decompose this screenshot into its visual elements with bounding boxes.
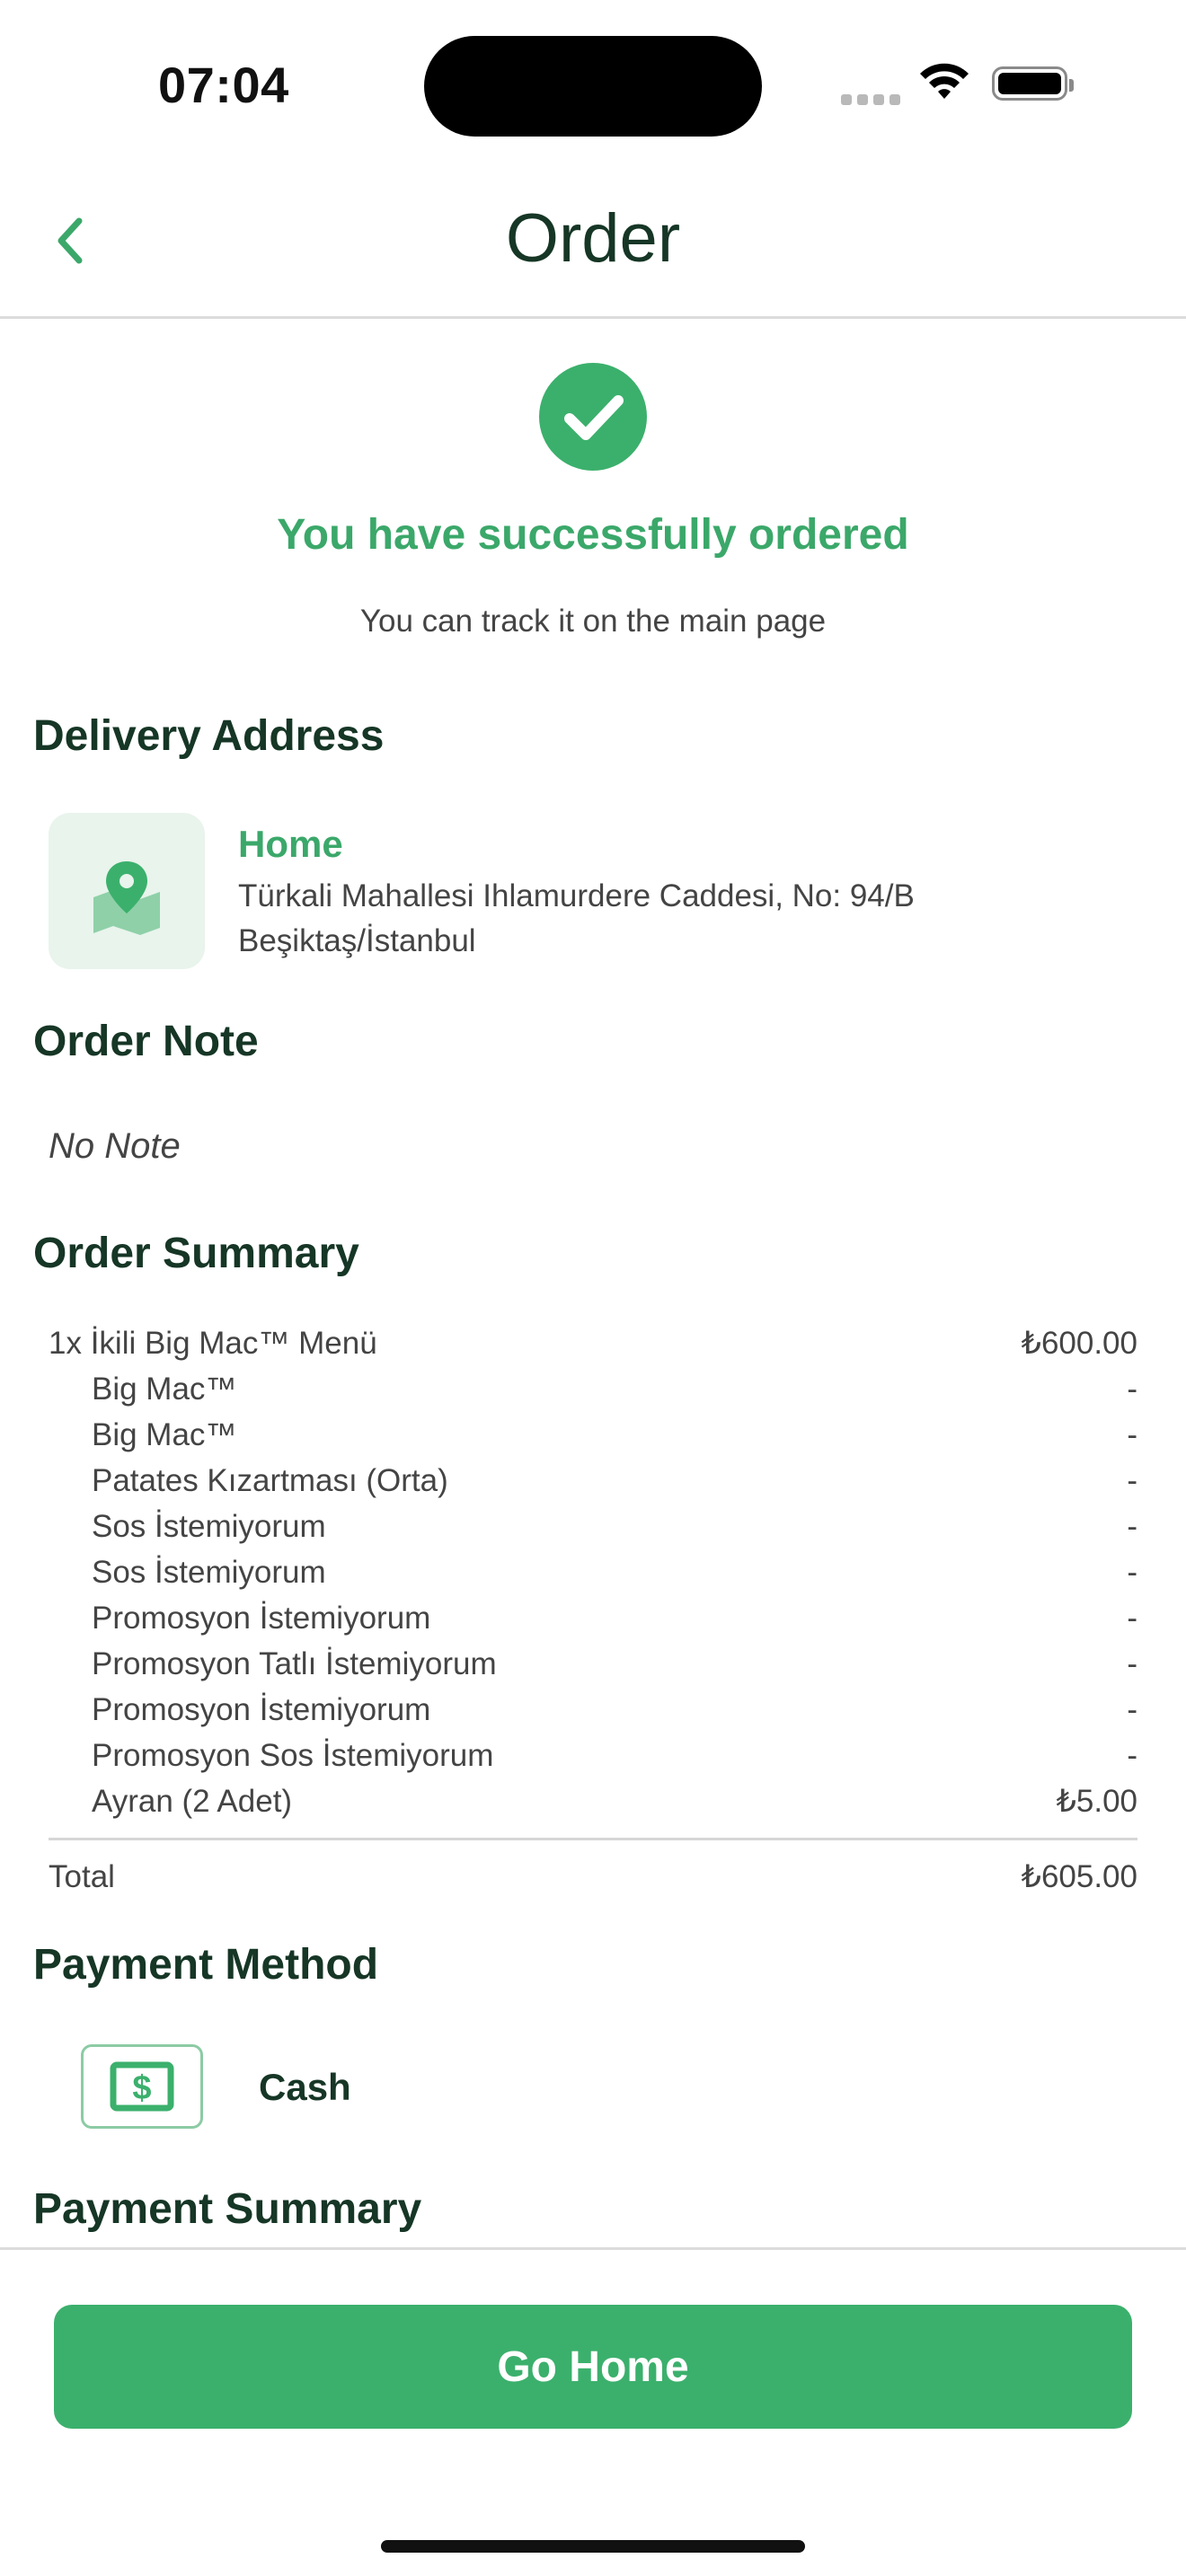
item-price: - (1127, 1646, 1137, 1681)
item-price: - (1127, 1417, 1137, 1452)
summary-divider (49, 1838, 1137, 1840)
item-price: ₺600.00 (1021, 1326, 1137, 1361)
total-value: ₺605.00 (1021, 1859, 1137, 1894)
item-name: Promosyon İstemiyorum (92, 1692, 431, 1727)
summary-row: Big Mac™ - (49, 1417, 1137, 1462)
dynamic-island (424, 36, 762, 137)
delivery-address-heading: Delivery Address (33, 712, 385, 760)
page-title: Order (505, 200, 681, 277)
success-title: You have successfully ordered (277, 511, 909, 559)
item-name: Promosyon İstemiyorum (92, 1601, 431, 1636)
item-price: - (1127, 1555, 1137, 1590)
item-name: Big Mac™ (92, 1417, 237, 1452)
summary-row: Promosyon Tatlı İstemiyorum - (49, 1646, 1137, 1691)
summary-row: Patates Kızartması (Orta) - (49, 1463, 1137, 1508)
item-price: - (1127, 1463, 1137, 1498)
summary-row: Big Mac™ - (49, 1372, 1137, 1416)
item-name: Sos İstemiyorum (92, 1555, 326, 1590)
summary-row: 1x İkili Big Mac™ Menü ₺600.00 (49, 1326, 1137, 1371)
item-price: - (1127, 1509, 1137, 1544)
status-time: 07:04 (158, 57, 289, 113)
summary-total-row: Total ₺605.00 (49, 1859, 1137, 1904)
address-line-1: Türkali Mahallesi Ihlamurdere Caddesi, N… (238, 878, 915, 913)
summary-row: Sos İstemiyorum - (49, 1555, 1137, 1600)
battery-icon (992, 66, 1074, 101)
item-name: Promosyon Tatlı İstemiyorum (92, 1646, 497, 1681)
go-home-button[interactable]: Go Home (54, 2305, 1132, 2429)
address-name: Home (238, 823, 343, 865)
item-price: - (1127, 1601, 1137, 1636)
summary-row: Ayran (2 Adet) ₺5.00 (49, 1784, 1137, 1829)
payment-summary-heading: Payment Summary (33, 2185, 422, 2233)
wifi-icon (916, 63, 972, 107)
map-pin-icon (49, 813, 205, 969)
payment-method-label: Cash (259, 2066, 351, 2108)
address-line-2: Beşiktaş/İstanbul (238, 923, 476, 958)
success-subtitle: You can track it on the main page (359, 604, 827, 639)
payment-method-heading: Payment Method (33, 1941, 379, 1989)
summary-row: Promosyon Sos İstemiyorum - (49, 1738, 1137, 1783)
header-divider (0, 316, 1186, 319)
order-summary-heading: Order Summary (33, 1230, 359, 1277)
order-note-heading: Order Note (33, 1018, 259, 1065)
cellular-signal-icon (841, 93, 906, 110)
item-name: Promosyon Sos İstemiyorum (92, 1738, 494, 1773)
item-name: Big Mac™ (92, 1372, 237, 1407)
item-price: ₺5.00 (1056, 1784, 1137, 1819)
item-name: Ayran (2 Adet) (92, 1784, 293, 1819)
item-price: - (1127, 1372, 1137, 1407)
home-indicator (381, 2540, 805, 2553)
item-name: Sos İstemiyorum (92, 1509, 326, 1544)
order-note-text: No Note (49, 1126, 181, 1166)
footer-divider (0, 2247, 1186, 2250)
item-price: - (1127, 1738, 1137, 1773)
summary-row: Promosyon İstemiyorum - (49, 1692, 1137, 1737)
summary-row: Promosyon İstemiyorum - (49, 1601, 1137, 1645)
svg-text:$: $ (132, 2069, 151, 2107)
item-price: - (1127, 1692, 1137, 1727)
success-check-icon (539, 363, 647, 471)
summary-row: Sos İstemiyorum - (49, 1509, 1137, 1554)
item-name: Patates Kızartması (Orta) (92, 1463, 448, 1498)
item-name: 1x İkili Big Mac™ Menü (49, 1326, 377, 1361)
cash-icon: $ (81, 2044, 203, 2129)
total-label: Total (49, 1859, 115, 1894)
